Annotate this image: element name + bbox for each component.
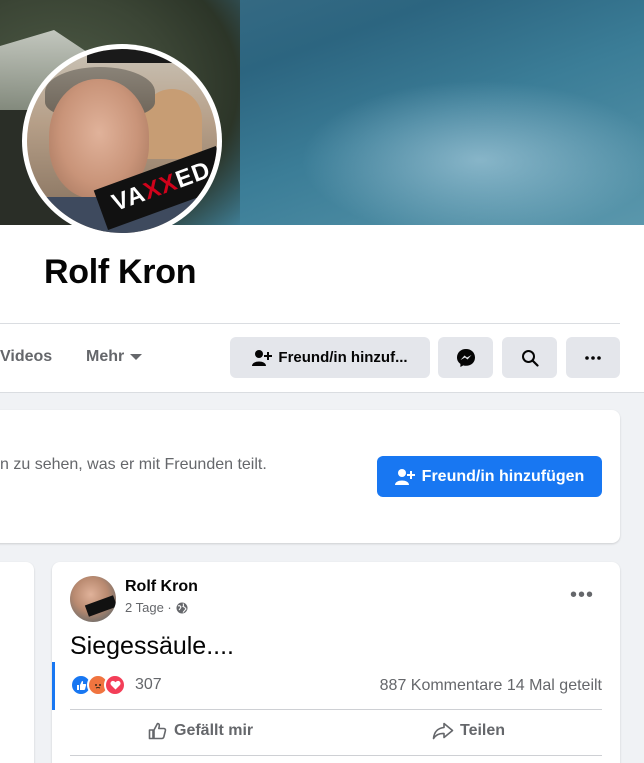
post-actions-divider [70, 755, 602, 756]
post-stats: 887 Kommentare 14 Mal geteilt [380, 677, 602, 695]
like-label: Gefällt mir [174, 722, 254, 739]
share-label: Teilen [460, 722, 506, 739]
post-accent-bar [52, 662, 55, 710]
search-button[interactable] [502, 337, 557, 378]
add-friend-icon [252, 349, 273, 366]
shares-count[interactable]: 14 Mal geteilt [507, 677, 602, 694]
search-icon [521, 349, 539, 367]
tab-videos[interactable]: Videos [0, 348, 52, 366]
post-meta: 2 Tage · [125, 600, 188, 615]
more-button[interactable] [566, 337, 620, 378]
add-friend-button[interactable]: Freund/in hinzuf... [230, 337, 430, 378]
comments-count[interactable]: 887 Kommentare [380, 677, 503, 694]
messenger-icon [456, 348, 475, 367]
thumbs-up-icon [148, 722, 167, 740]
add-friend-primary-button[interactable]: Freund/in hinzufügen [377, 456, 602, 497]
cover-sea [300, 80, 644, 225]
add-friend-icon [394, 468, 415, 485]
globe-icon [176, 602, 188, 613]
avatar-image: VAXXED [27, 49, 217, 233]
caret-down-icon [130, 354, 143, 360]
post-author-name[interactable]: Rolf Kron [125, 578, 198, 596]
more-icon [585, 355, 601, 360]
post-time[interactable]: 2 Tage · [125, 600, 172, 615]
post-author-avatar[interactable] [70, 576, 116, 622]
friend-prompt-text: n zu sehen, was er mit Freunden teilt. [0, 456, 267, 473]
post-text: Siegessäule.... [70, 632, 234, 660]
header-divider [0, 323, 620, 324]
love-reaction-icon [104, 674, 126, 696]
add-friend-label: Freund/in hinzuf... [278, 349, 408, 366]
share-icon [432, 722, 454, 740]
add-friend-primary-label: Freund/in hinzufügen [421, 467, 585, 485]
reactions-summary[interactable]: 307 [70, 674, 162, 696]
share-button[interactable]: Teilen [432, 722, 505, 740]
intro-card [0, 562, 34, 763]
post-options-icon[interactable]: ••• [570, 584, 594, 607]
tab-more-label: Mehr [86, 348, 125, 365]
post-divider [70, 709, 602, 710]
reactions-count: 307 [135, 676, 162, 693]
like-button[interactable]: Gefällt mir [148, 722, 253, 740]
tab-more[interactable]: Mehr [86, 348, 143, 366]
profile-avatar[interactable]: VAXXED [22, 44, 222, 238]
profile-name: Rolf Kron [44, 253, 197, 291]
messenger-button[interactable] [438, 337, 493, 378]
avatar-top-banner [87, 49, 217, 63]
